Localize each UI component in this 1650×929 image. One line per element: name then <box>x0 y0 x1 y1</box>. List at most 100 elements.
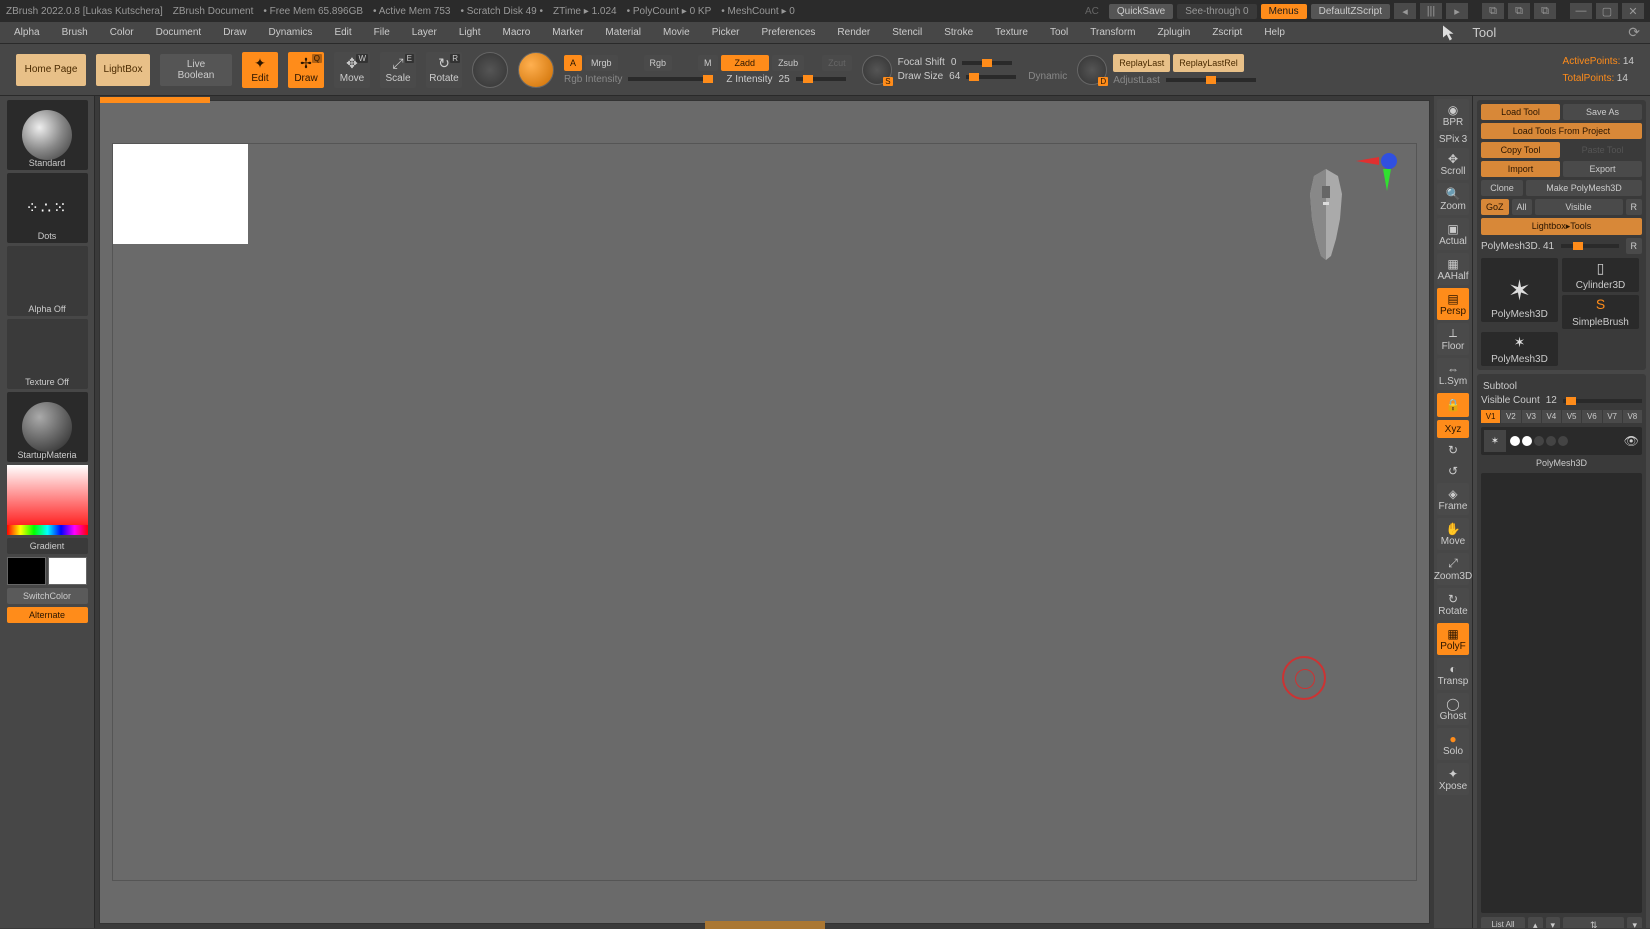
subtool-header[interactable]: Subtool <box>1481 378 1642 395</box>
gizmo3d-toggle[interactable] <box>472 52 508 88</box>
hue-strip[interactable] <box>7 525 88 535</box>
seethrough-slider[interactable]: See-through 0 <box>1177 4 1256 19</box>
polymesh-slider[interactable] <box>1561 244 1618 248</box>
r2-button[interactable]: R <box>1626 238 1643 254</box>
defaultzscript-button[interactable]: DefaultZScript <box>1311 4 1390 19</box>
menu-light[interactable]: Light <box>449 24 491 41</box>
a-button[interactable]: A <box>564 55 582 71</box>
menu-help[interactable]: Help <box>1254 24 1295 41</box>
alternate-button[interactable]: Alternate <box>7 607 88 623</box>
visibility-eye-icon[interactable]: 👁 <box>1624 434 1639 448</box>
persp-button[interactable]: ▤Persp <box>1437 288 1469 320</box>
subtool-down-button[interactable]: ▾ <box>1546 917 1561 928</box>
v4-button[interactable]: V4 <box>1542 410 1561 423</box>
all-button[interactable]: All <box>1512 199 1532 215</box>
menu-transform[interactable]: Transform <box>1080 24 1145 41</box>
minimize-button[interactable]: — <box>1570 3 1592 19</box>
import-button[interactable]: Import <box>1481 161 1560 177</box>
menu-layer[interactable]: Layer <box>402 24 447 41</box>
subtool-item[interactable]: ✶ 👁 <box>1481 427 1642 455</box>
menu-zscript[interactable]: Zscript <box>1202 24 1252 41</box>
tool-thumb-cylinder[interactable]: ▯ Cylinder3D <box>1562 258 1639 292</box>
dynamic-label[interactable]: Dynamic <box>1028 71 1067 82</box>
rgb-intensity-slider[interactable] <box>628 77 708 81</box>
rotate-mode-button[interactable]: R↻Rotate <box>426 52 462 88</box>
tool-thumb-polymesh[interactable]: ✶ PolyMesh3D <box>1481 258 1558 322</box>
zoom-button[interactable]: 🔍Zoom <box>1437 183 1469 215</box>
m-button[interactable]: M <box>698 55 718 71</box>
tool-thumb-polymesh2[interactable]: ✶ PolyMesh3D <box>1481 332 1558 366</box>
menu-texture[interactable]: Texture <box>985 24 1038 41</box>
stroke-picker[interactable]: ⁘∴⁙ Dots <box>7 173 88 243</box>
replaylast-button[interactable]: ReplayLast <box>1113 54 1170 72</box>
menu-picker[interactable]: Picker <box>702 24 750 41</box>
rotate-y-button[interactable]: ↻ <box>1437 441 1469 459</box>
solo-button[interactable]: ●Solo <box>1437 728 1469 760</box>
menu-marker[interactable]: Marker <box>542 24 593 41</box>
menu-macro[interactable]: Macro <box>493 24 541 41</box>
xyz-button[interactable]: Xyz <box>1437 420 1469 438</box>
menu-stencil[interactable]: Stencil <box>882 24 932 41</box>
subtool-list[interactable] <box>1481 473 1642 913</box>
navigation-gizmo[interactable] <box>1351 149 1401 199</box>
mrgb-button[interactable]: Mrgb <box>585 55 618 71</box>
subtool-move-button[interactable]: ⇅ <box>1563 917 1624 928</box>
menu-edit[interactable]: Edit <box>324 24 361 41</box>
menu-movie[interactable]: Movie <box>653 24 700 41</box>
menu-render[interactable]: Render <box>827 24 880 41</box>
lsym-button[interactable]: ⇔L.Sym <box>1437 358 1469 390</box>
move3d-button[interactable]: ✋Move <box>1437 518 1469 550</box>
menu-material[interactable]: Material <box>595 24 651 41</box>
polyf-button[interactable]: ▦PolyF <box>1437 623 1469 655</box>
copytool-button[interactable]: Copy Tool <box>1481 142 1560 158</box>
transp-button[interactable]: ◐Transp <box>1437 658 1469 690</box>
layout-next-button[interactable]: ▸ <box>1446 3 1468 19</box>
subtool-up-button[interactable]: ▴ <box>1528 917 1543 928</box>
zoom3d-button[interactable]: ⤢Zoom3D <box>1437 553 1469 585</box>
v1-button[interactable]: V1 <box>1481 410 1500 423</box>
adjustlast-label[interactable]: AdjustLast <box>1113 75 1160 86</box>
visible-button[interactable]: Visible <box>1535 199 1623 215</box>
brush-picker[interactable]: Standard <box>7 100 88 170</box>
saveas-button[interactable]: Save As <box>1563 104 1642 120</box>
menu-dynamics[interactable]: Dynamics <box>259 24 323 41</box>
lightbox-button[interactable]: LightBox <box>96 54 150 86</box>
menu-stroke[interactable]: Stroke <box>934 24 983 41</box>
subtool-flags[interactable] <box>1510 436 1568 446</box>
window-a-button[interactable]: ⧉ <box>1482 3 1504 19</box>
maximize-button[interactable]: ▢ <box>1596 3 1618 19</box>
loadproject-button[interactable]: Load Tools From Project <box>1481 123 1642 139</box>
v6-button[interactable]: V6 <box>1582 410 1601 423</box>
z-intensity-slider[interactable] <box>796 77 846 81</box>
menu-zplugin[interactable]: Zplugin <box>1148 24 1201 41</box>
menu-tool[interactable]: Tool <box>1040 24 1078 41</box>
menus-button[interactable]: Menus <box>1261 4 1307 19</box>
alpha-picker[interactable]: Alpha Off <box>7 246 88 316</box>
texture-picker[interactable]: Texture Off <box>7 319 88 389</box>
window-b-button[interactable]: ⧉ <box>1508 3 1530 19</box>
ghost-button[interactable]: ◯Ghost <box>1437 693 1469 725</box>
material-picker[interactable]: StartupMateria <box>7 392 88 462</box>
zadd-button[interactable]: Zadd <box>721 55 770 71</box>
sculptris-toggle[interactable] <box>518 52 554 88</box>
primary-color-swatch[interactable] <box>48 557 87 585</box>
menu-document[interactable]: Document <box>146 24 212 41</box>
rgb-button[interactable]: Rgb <box>644 55 673 71</box>
frame-button[interactable]: ◈Frame <box>1437 483 1469 515</box>
clone-button[interactable]: Clone <box>1481 180 1523 196</box>
secondary-color-swatch[interactable] <box>7 557 46 585</box>
makepoly-button[interactable]: Make PolyMesh3D <box>1526 180 1642 196</box>
homepage-button[interactable]: Home Page <box>16 54 86 86</box>
v2-button[interactable]: V2 <box>1501 410 1520 423</box>
focal-curve[interactable]: S <box>862 55 892 85</box>
color-picker[interactable] <box>7 465 88 535</box>
rotate3d-button[interactable]: ↻Rotate <box>1437 588 1469 620</box>
switchcolor-button[interactable]: SwitchColor <box>7 588 88 604</box>
actual-button[interactable]: ▣Actual <box>1437 218 1469 250</box>
lightboxtools-button[interactable]: Lightbox▸Tools <box>1481 218 1642 235</box>
export-button[interactable]: Export <box>1563 161 1642 177</box>
menu-file[interactable]: File <box>364 24 400 41</box>
pastetool-button[interactable]: Paste Tool <box>1563 142 1642 158</box>
menu-preferences[interactable]: Preferences <box>751 24 825 41</box>
draw-mode-button[interactable]: Q✢Draw <box>288 52 324 88</box>
